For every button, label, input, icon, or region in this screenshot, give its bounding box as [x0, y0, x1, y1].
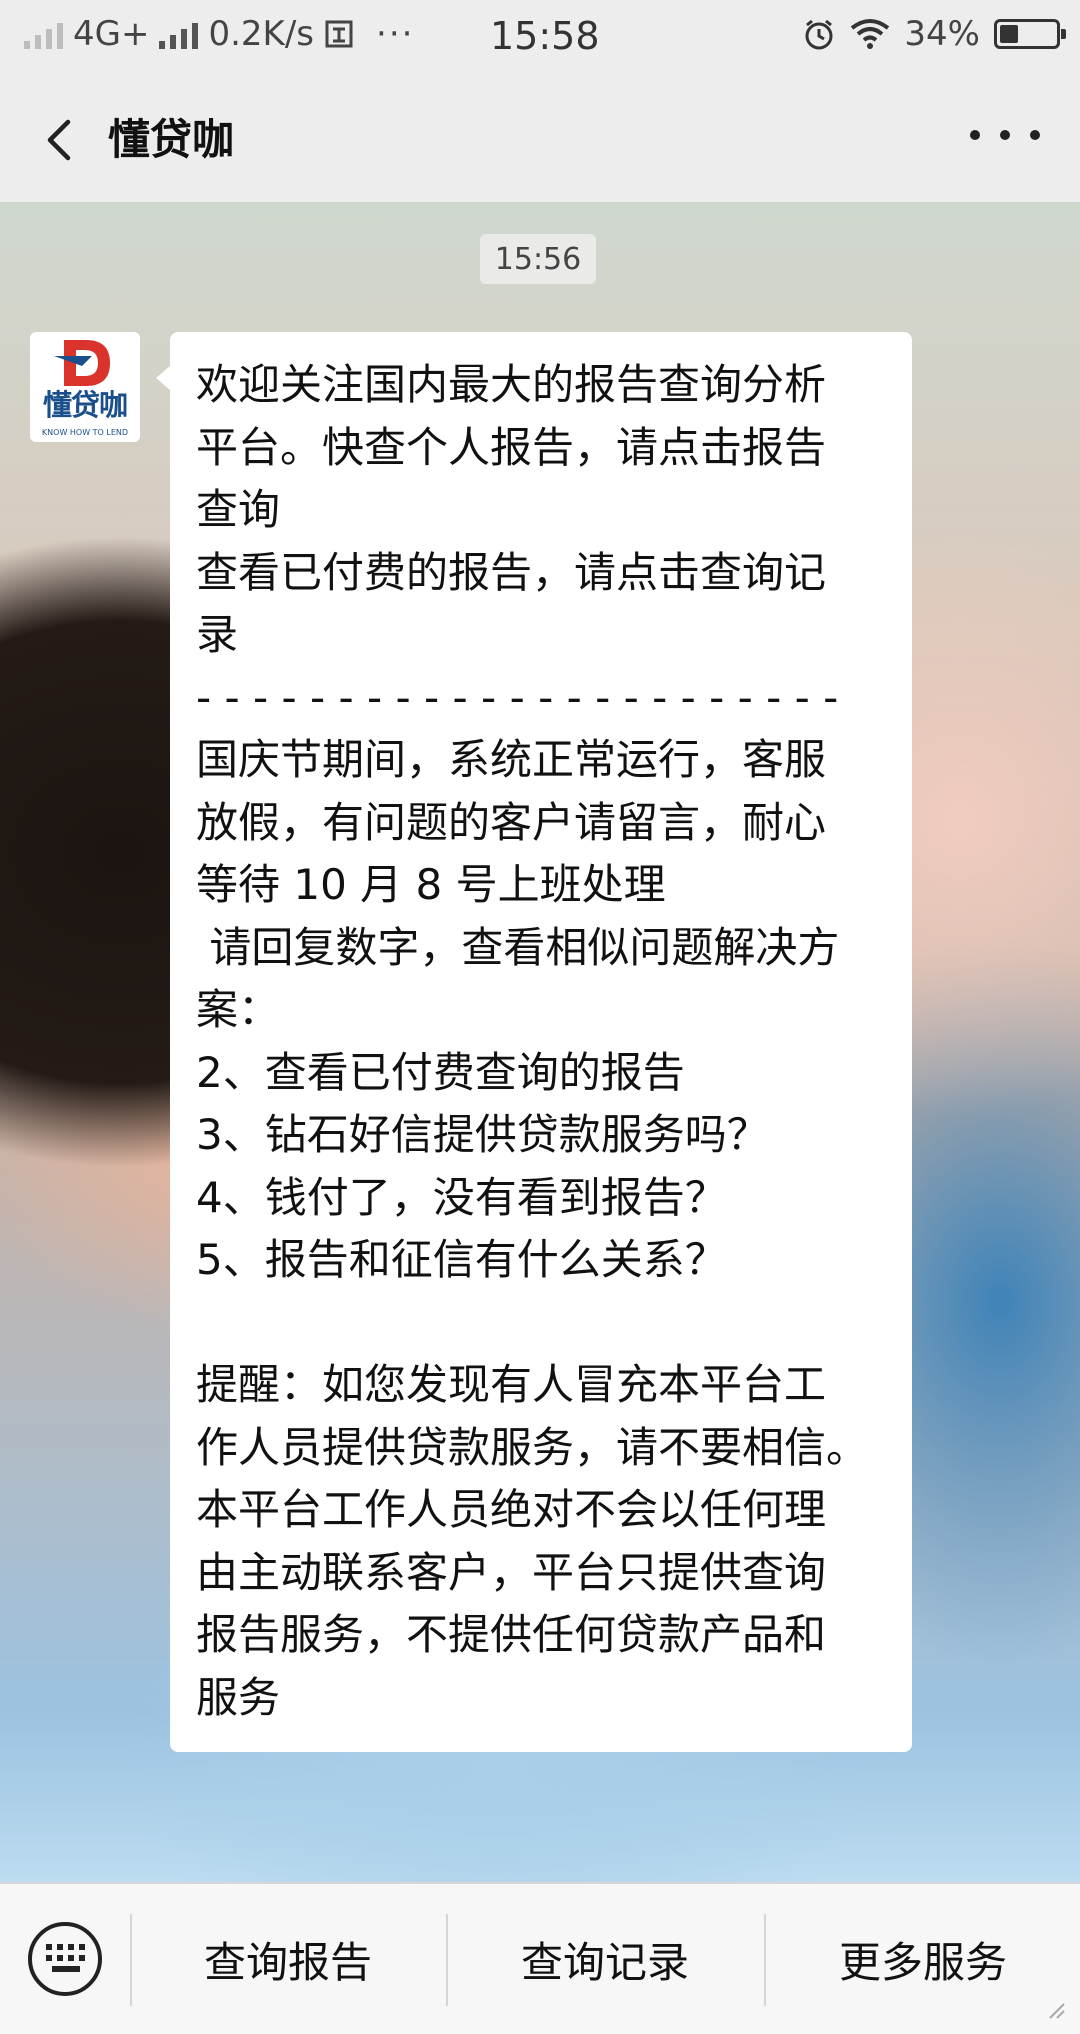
alarm-icon [805, 19, 833, 50]
notification-icon [325, 20, 353, 48]
message-line: 4、钱付了，没有看到报告？ [196, 1172, 727, 1222]
resize-grip-icon [1049, 2003, 1065, 2019]
message-line: 平台。快查个人报告，请点击报告 [196, 422, 827, 472]
message-line: 查看已付费的报告，请点击查询记 [196, 547, 827, 597]
message-timestamp: 15:56 [480, 234, 596, 284]
chat-area[interactable]: 15:56 懂贷咖 KNOW HOW TO LEND 欢迎关注国内最大的报告查询… [0, 202, 1080, 1882]
message-line: 5、报告和征信有什么关系？ [196, 1235, 727, 1284]
battery-percent: 34% [904, 14, 980, 54]
avatar[interactable]: 懂贷咖 KNOW HOW TO LEND [30, 332, 140, 442]
battery-icon [994, 19, 1066, 49]
message-line: 案： [196, 985, 281, 1034]
message-line: - - - - - - - - - - - - - - - - - - - - … [196, 672, 839, 722]
network-speed: 0.2K/s [208, 14, 315, 54]
message-line: 录 [196, 610, 239, 659]
message-line: 提醒：如您发现有人冒充本平台工 [196, 1360, 827, 1409]
message-line: 查询 [196, 485, 281, 534]
menu-query-records[interactable]: 查询记录 [448, 1884, 762, 2034]
message-line [196, 1292, 886, 1355]
clock: 15:58 [490, 14, 600, 58]
message-line: 欢迎关注国内最大的报告查询分析 [196, 360, 827, 409]
more-options-icon[interactable] [970, 120, 1040, 150]
message-line: 等待 10 月 8 号上班处理 [196, 860, 666, 909]
status-left: 4G+ 0.2K/s ··· [24, 14, 414, 54]
status-right: 34% [802, 14, 1066, 54]
network-type: 4G+ [73, 14, 150, 54]
message-line: 本平台工作人员绝对不会以任何理 [196, 1485, 827, 1534]
message-line: 3、钻石好信提供贷款服务吗？ [196, 1110, 769, 1159]
message-bubble[interactable]: 欢迎关注国内最大的报告查询分析 平台。快查个人报告，请点击报告 查询查看已付费的报告… [156, 332, 912, 1752]
chat-title: 懂贷咖 [108, 115, 235, 164]
menu-query-report[interactable]: 查询报告 [132, 1884, 444, 2034]
message-line: 国庆节期间，系统正常运行，客服 [196, 735, 827, 784]
avatar-tagline: KNOW HOW TO LEND [41, 428, 129, 437]
battery-level [1000, 25, 1018, 43]
nav-bar: 懂贷咖 [0, 72, 1080, 202]
overflow-notifications-icon: ··· [376, 14, 415, 54]
back-arrow-icon[interactable] [34, 110, 94, 170]
menu-more-services[interactable]: 更多服务 [766, 1884, 1080, 2034]
secondary-signal-icon [24, 19, 63, 49]
message-line: 请回复数字，查看相似问题解决方 [196, 922, 840, 972]
message-line: 2、查看已付费查询的报告 [196, 1047, 685, 1097]
wifi-icon [851, 19, 890, 49]
signal-icon [159, 19, 199, 49]
message-line: 报告服务，不提供任何贷款产品和 [196, 1610, 827, 1659]
message-line: 由主动联系客户，平台只提供查询 [196, 1547, 827, 1597]
message-line: 放假，有问题的客户请留言，耐心 [196, 797, 827, 847]
bottom-menu: 查询报告 查询记录 更多服务 [0, 1882, 1080, 2034]
avatar-brand-text: 懂贷咖 [42, 388, 128, 422]
message-line: 服务 [196, 1672, 281, 1722]
message-line: 作人员提供贷款服务，请不要相信。 [196, 1422, 869, 1472]
keyboard-toggle-icon[interactable] [28, 1922, 102, 1996]
status-bar: 4G+ 0.2K/s ··· 15:58 34% [0, 0, 1080, 72]
